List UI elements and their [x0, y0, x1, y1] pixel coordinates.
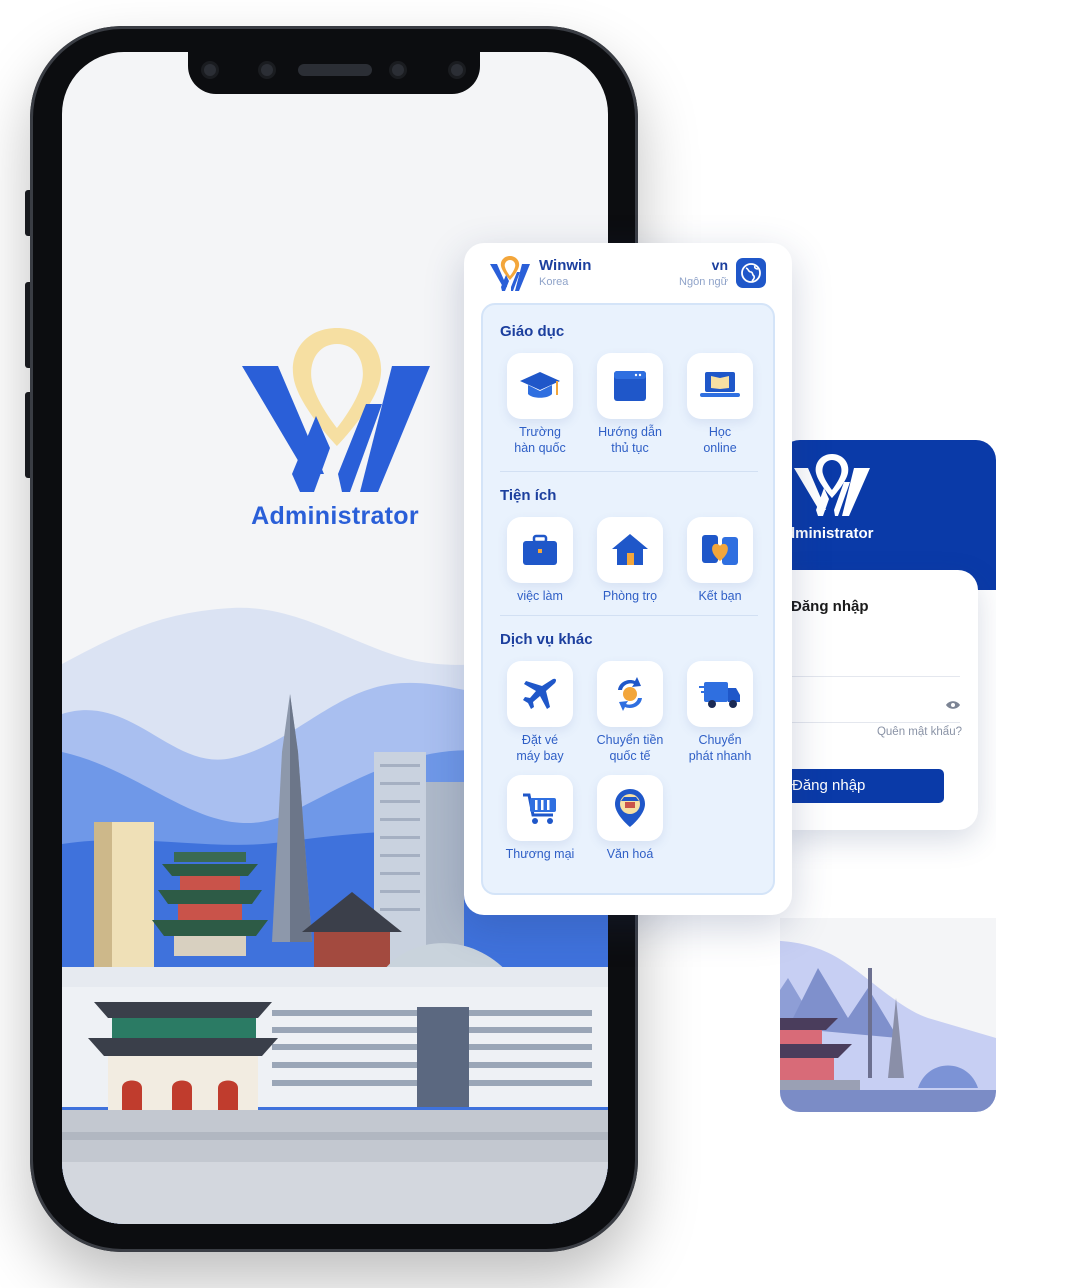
service-commerce[interactable]: Thương mại — [500, 775, 580, 862]
service-flight-booking[interactable]: Đặt vé máy bay — [500, 661, 580, 764]
front-sensor-icon — [201, 61, 219, 79]
login-form: Đăng nhập Quên mật khẩu? Đăng nhập — [780, 570, 978, 830]
service-culture[interactable]: Văn hoá — [590, 775, 670, 862]
earpiece-speaker — [298, 64, 372, 76]
friends-heart-icon — [687, 517, 753, 583]
service-label: Trường hàn quốc — [514, 425, 566, 455]
service-make-friends[interactable]: Kết bạn — [680, 517, 760, 604]
section-divider — [500, 471, 758, 472]
money-transfer-icon — [597, 661, 663, 727]
shopping-cart-icon — [507, 775, 573, 841]
culture-pin-icon — [597, 775, 663, 841]
service-label: Chuyển tiền quốc tế — [596, 733, 664, 763]
forgot-password-link[interactable]: Quên mật khẩu? — [877, 726, 962, 738]
delivery-truck-icon — [687, 661, 753, 727]
winwin-logo-icon — [242, 328, 430, 492]
winwin-logo-icon — [490, 256, 530, 291]
proximity-sensor-icon — [389, 61, 407, 79]
service-room-rental[interactable]: Phòng trọ — [590, 517, 670, 604]
house-icon — [597, 517, 663, 583]
service-procedure-guide[interactable]: Hướng dẫn thủ tục — [590, 353, 670, 456]
show-password-icon[interactable] — [946, 700, 960, 710]
laptop-book-icon — [687, 353, 753, 419]
services-panel: Giáo dục Trường hàn quốc Hướng dẫn thủ t… — [481, 303, 775, 895]
briefcase-icon — [507, 517, 573, 583]
services-card: Winwin Korea vn Ngôn ngữ Giáo dục Trường… — [464, 243, 792, 915]
face-id-icon — [448, 61, 466, 79]
username-field[interactable] — [780, 676, 960, 677]
login-button[interactable]: Đăng nhập — [780, 769, 944, 803]
front-camera-icon — [258, 61, 276, 79]
section-divider — [500, 615, 758, 616]
service-money-transfer[interactable]: Chuyển tiền quốc tế — [590, 661, 670, 764]
phone-notch — [188, 52, 480, 94]
service-label: việc làm — [517, 589, 563, 603]
password-field[interactable] — [780, 722, 960, 723]
service-label: Học online — [703, 425, 737, 455]
service-jobs[interactable]: việc làm — [500, 517, 580, 604]
airplane-icon — [507, 661, 573, 727]
section-title-utilities: Tiện ích — [500, 487, 557, 504]
service-express-delivery[interactable]: Chuyển phát nhanh — [680, 661, 760, 764]
login-app-title: dministrator — [786, 525, 874, 542]
service-label: Thương mại — [505, 847, 575, 861]
service-online-learning[interactable]: Học online — [680, 353, 760, 456]
language-code[interactable]: vn — [712, 257, 728, 273]
service-label: Phòng trọ — [602, 589, 658, 603]
login-screen-card: dministrator Đăng nhập Quên mật khẩu? Đă… — [780, 440, 996, 1112]
service-label: Kết bạn — [698, 589, 742, 603]
globe-icon[interactable] — [736, 258, 766, 288]
service-label: Chuyển phát nhanh — [688, 733, 752, 763]
brand-subtitle: Korea — [539, 276, 569, 288]
service-label: Đặt vé máy bay — [516, 733, 564, 763]
service-korean-school[interactable]: Trường hàn quốc — [500, 353, 580, 456]
brand-name: Winwin — [539, 257, 592, 274]
section-title-other-services: Dịch vụ khác — [500, 631, 593, 648]
service-label: Hướng dẫn thủ tục — [598, 425, 662, 455]
graduation-cap-icon — [507, 353, 573, 419]
section-title-education: Giáo dục — [500, 323, 565, 340]
winwin-logo-icon — [794, 454, 870, 516]
language-label[interactable]: Ngôn ngữ — [679, 276, 728, 288]
service-label: Văn hoá — [606, 847, 654, 861]
login-heading: Đăng nhập — [791, 598, 869, 615]
login-header: dministrator — [780, 440, 996, 590]
folder-icon — [597, 353, 663, 419]
palace-landscape-illustration — [780, 918, 996, 1112]
